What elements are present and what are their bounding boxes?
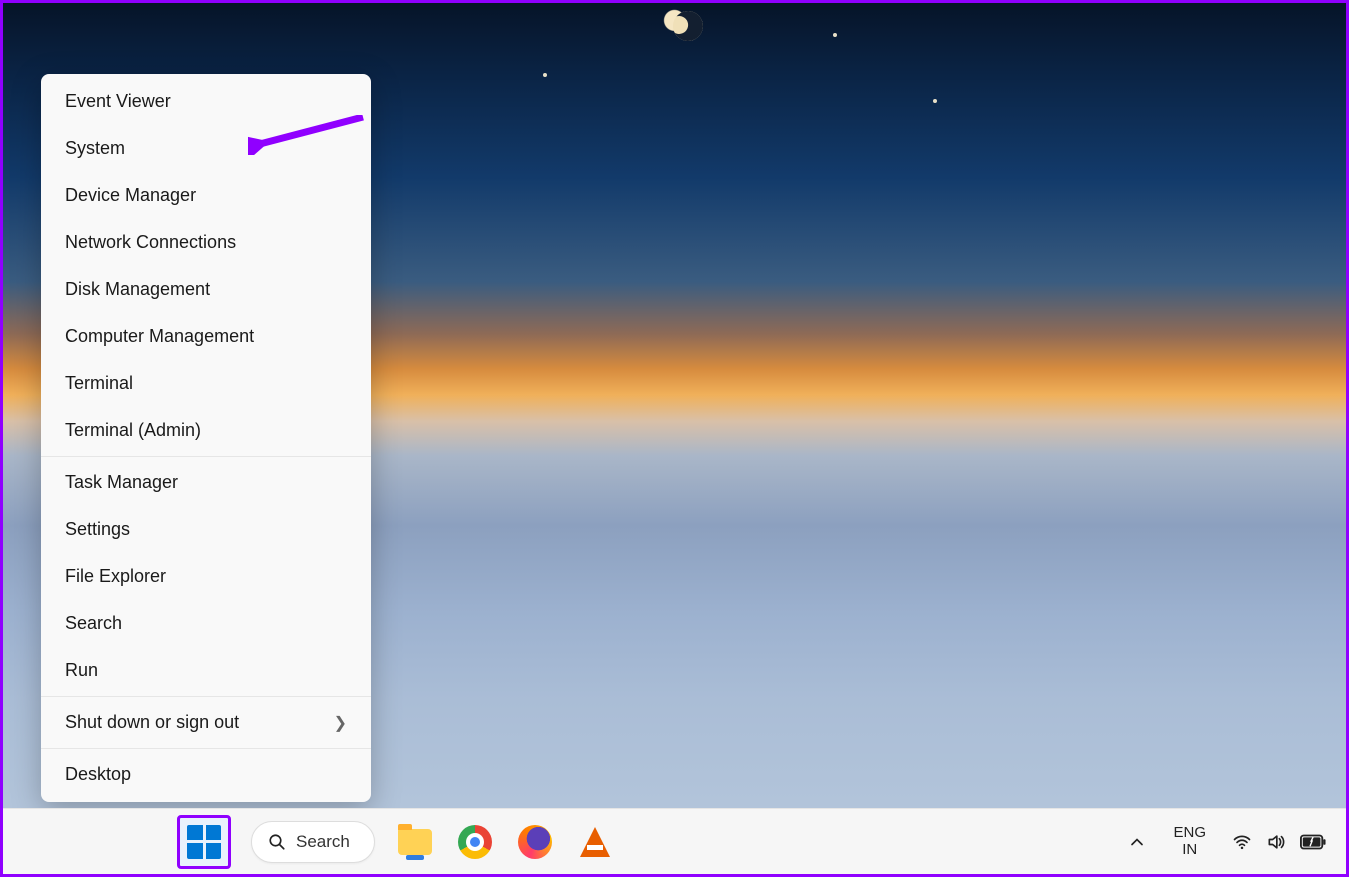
taskbar-search[interactable]: Search: [251, 821, 375, 863]
winx-item-settings[interactable]: Settings: [41, 506, 371, 553]
winx-item-task-manager[interactable]: Task Manager: [41, 459, 371, 506]
menu-label: Network Connections: [65, 232, 236, 253]
chevron-up-icon: [1127, 832, 1147, 852]
wifi-icon: [1232, 832, 1252, 852]
menu-label: Terminal (Admin): [65, 420, 201, 441]
system-tray: ENG IN: [1123, 809, 1330, 874]
winx-item-disk-management[interactable]: Disk Management: [41, 266, 371, 313]
menu-label: Search: [65, 613, 122, 634]
winx-item-network-connections[interactable]: Network Connections: [41, 219, 371, 266]
quick-settings-button[interactable]: [1228, 822, 1330, 862]
winx-item-shutdown-signout[interactable]: Shut down or sign out ❯: [41, 699, 371, 746]
winx-item-event-viewer[interactable]: Event Viewer: [41, 78, 371, 125]
menu-label: Disk Management: [65, 279, 210, 300]
menu-label: System: [65, 138, 125, 159]
menu-label: Computer Management: [65, 326, 254, 347]
winx-item-terminal-admin[interactable]: Terminal (Admin): [41, 407, 371, 454]
winx-item-device-manager[interactable]: Device Manager: [41, 172, 371, 219]
language-line2: IN: [1173, 842, 1206, 859]
firefox-icon: [518, 825, 552, 859]
menu-label: Shut down or sign out: [65, 712, 239, 733]
menu-label: Event Viewer: [65, 91, 171, 112]
menu-label: Desktop: [65, 764, 131, 785]
menu-label: Run: [65, 660, 98, 681]
search-icon: [268, 833, 286, 851]
tray-overflow-button[interactable]: [1123, 822, 1151, 862]
star-graphic: [543, 73, 547, 77]
winx-item-computer-management[interactable]: Computer Management: [41, 313, 371, 360]
windows-logo-icon: [187, 825, 221, 859]
volume-icon: [1266, 832, 1286, 852]
menu-label: Task Manager: [65, 472, 178, 493]
star-graphic: [833, 33, 837, 37]
file-explorer-icon: [398, 829, 432, 855]
menu-separator: [41, 696, 371, 697]
battery-icon: [1300, 834, 1326, 850]
vlc-icon: [580, 827, 610, 857]
taskbar-center-group: Search: [177, 815, 615, 869]
taskbar-app-file-explorer[interactable]: [395, 822, 435, 862]
menu-label: File Explorer: [65, 566, 166, 587]
language-line1: ENG: [1173, 825, 1206, 842]
winx-item-file-explorer[interactable]: File Explorer: [41, 553, 371, 600]
winx-item-desktop[interactable]: Desktop: [41, 751, 371, 798]
winx-menu: Event Viewer System Device Manager Netwo…: [41, 74, 371, 802]
menu-separator: [41, 748, 371, 749]
chrome-icon: [458, 825, 492, 859]
menu-separator: [41, 456, 371, 457]
menu-label: Device Manager: [65, 185, 196, 206]
winx-item-search[interactable]: Search: [41, 600, 371, 647]
winx-item-run[interactable]: Run: [41, 647, 371, 694]
search-label: Search: [296, 832, 350, 852]
moon-graphic: [669, 7, 707, 45]
taskbar-app-firefox[interactable]: [515, 822, 555, 862]
star-graphic: [933, 99, 937, 103]
menu-label: Terminal: [65, 373, 133, 394]
winx-item-terminal[interactable]: Terminal: [41, 360, 371, 407]
winx-item-system[interactable]: System: [41, 125, 371, 172]
taskbar: Search ENG IN: [3, 808, 1346, 874]
start-button[interactable]: [177, 815, 231, 869]
menu-label: Settings: [65, 519, 130, 540]
taskbar-app-vlc[interactable]: [575, 822, 615, 862]
language-indicator[interactable]: ENG IN: [1169, 822, 1210, 862]
taskbar-app-chrome[interactable]: [455, 822, 495, 862]
chevron-right-icon: ❯: [334, 713, 347, 733]
